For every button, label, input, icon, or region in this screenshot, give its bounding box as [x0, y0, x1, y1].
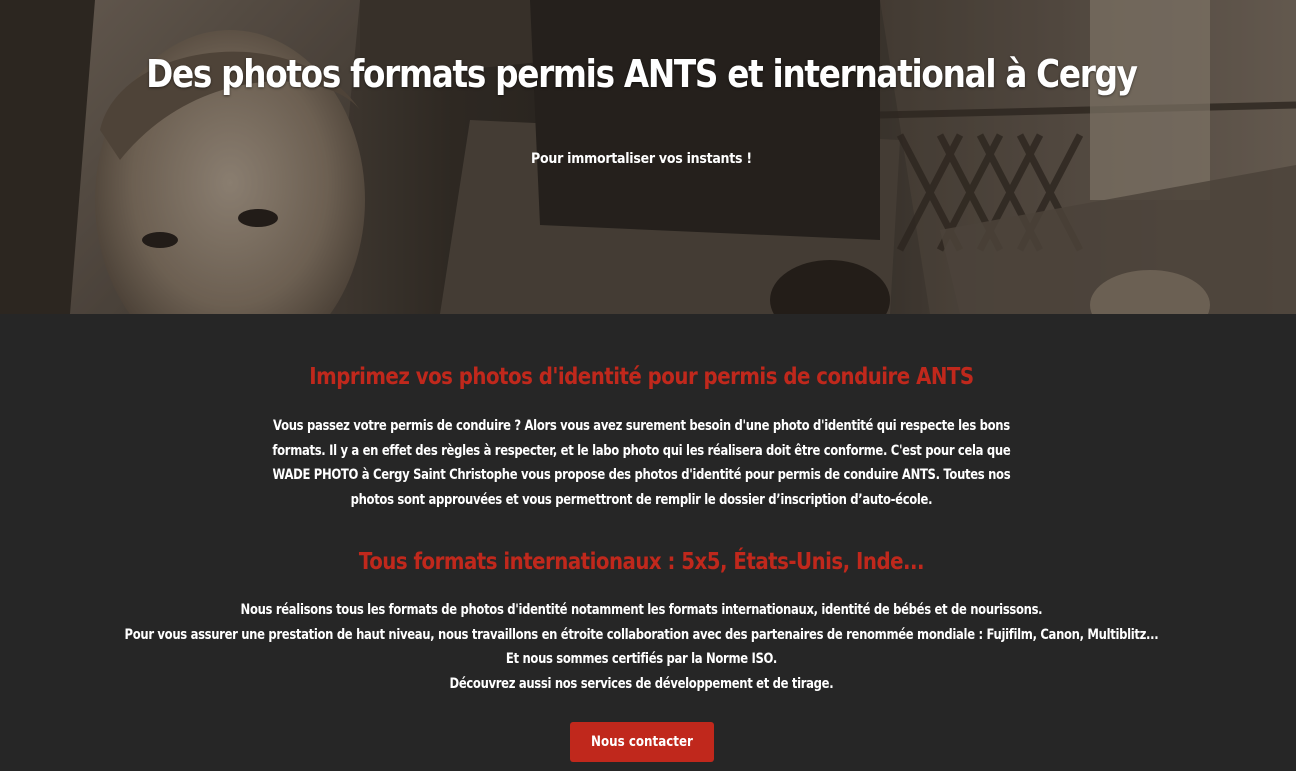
- section-text-international: Nous réalisons tous les formats de photo…: [0, 598, 1283, 696]
- text-line: Et nous sommes certifiés par la Norme IS…: [505, 651, 777, 667]
- text-line: Pour vous assurer une prestation de haut…: [124, 626, 1159, 643]
- page: Des photos formats permis ANTS et intern…: [0, 0, 1296, 771]
- text-line: Découvrez aussi nos services de développ…: [449, 675, 834, 692]
- main-content: Imprimez vos photos d'identité pour perm…: [0, 314, 1296, 771]
- contact-button[interactable]: Nous contacter: [570, 722, 714, 762]
- text-line: Nous réalisons tous les formats de photo…: [240, 602, 1043, 618]
- section-text-ants: Vous passez votre permis de conduire ? A…: [0, 414, 1283, 512]
- hero-title: Des photos formats permis ANTS et intern…: [146, 52, 1138, 96]
- text-line: WADE PHOTO à Cergy Saint Christophe vous…: [272, 467, 1011, 483]
- section-title-ants: Imprimez vos photos d'identité pour perm…: [309, 364, 974, 390]
- section-title-international: Tous formats internationaux : 5x5, États…: [358, 549, 925, 575]
- hero-banner: Des photos formats permis ANTS et intern…: [0, 0, 1296, 314]
- hero-subtitle: Pour immortaliser vos instants !: [531, 151, 752, 167]
- text-line: photos sont approuvées et vous permettro…: [350, 491, 933, 508]
- text-line: formats. Il y a en effet des règles à re…: [272, 442, 1011, 459]
- text-line: Vous passez votre permis de conduire ? A…: [273, 418, 1010, 434]
- contact-button-label: Nous contacter: [591, 734, 693, 750]
